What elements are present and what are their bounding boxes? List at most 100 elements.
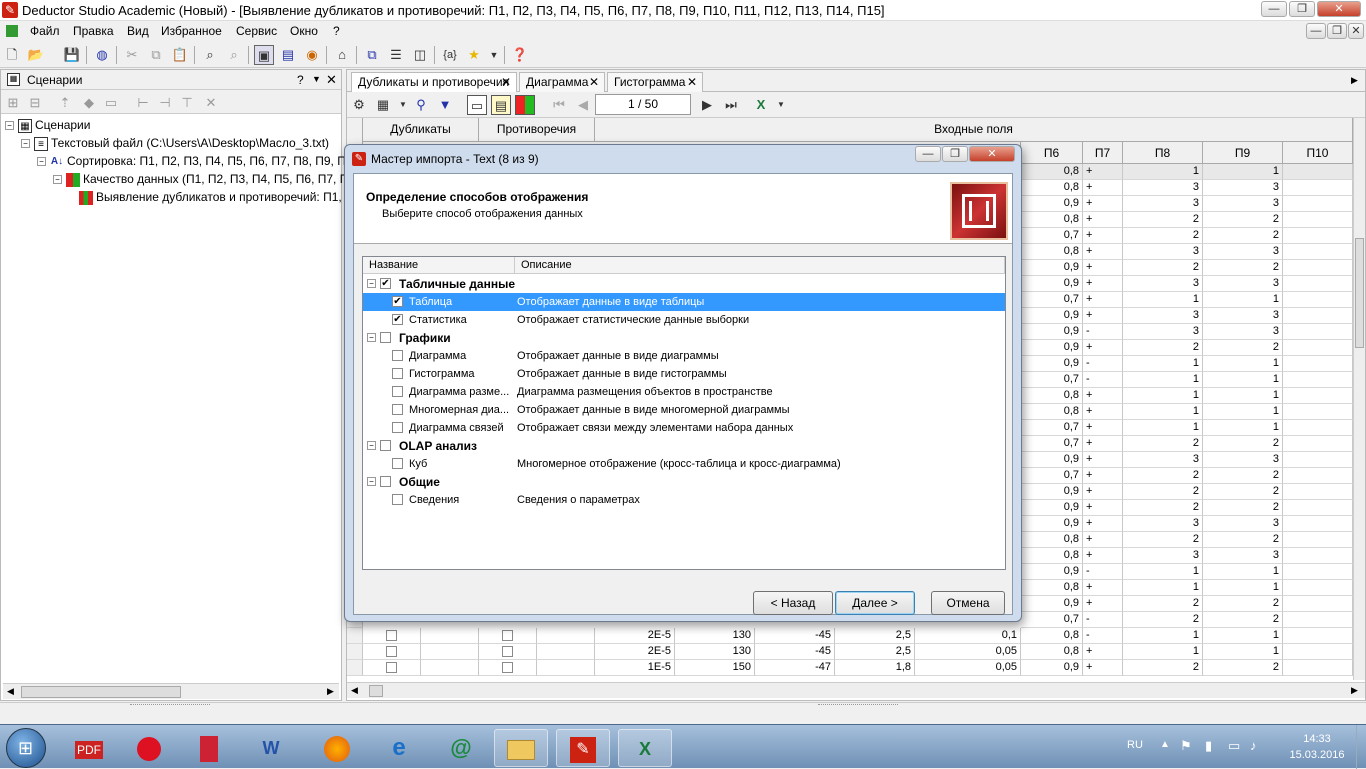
report-icon[interactable]: ▤ xyxy=(278,45,298,65)
list-group[interactable]: − ✔ Табличные данные xyxy=(363,275,1005,293)
list-item[interactable]: Сведения Сведения о параметрах xyxy=(363,491,1005,509)
list-item[interactable]: Диаграмма разме... Диаграмма размещения о… xyxy=(363,383,1005,401)
contradiction-checkbox[interactable] xyxy=(502,661,513,673)
tree-node-duplicates[interactable]: Выявление дубликатов и противоречий: П1,… xyxy=(79,188,360,206)
minimize-button[interactable]: — xyxy=(1261,1,1287,17)
start-button[interactable]: ⊞ xyxy=(6,728,46,768)
panel-help-icon[interactable]: ? xyxy=(297,73,304,87)
group-collapse-icon[interactable]: − xyxy=(367,279,376,288)
list-item[interactable]: Гистограмма Отображает данные в виде гист… xyxy=(363,365,1005,383)
cube-icon[interactable]: ⚲ xyxy=(411,95,431,115)
first-page-icon[interactable]: ⏮ xyxy=(549,95,569,115)
tab-duplicates[interactable]: Дубликаты и противоречия ✕ xyxy=(351,72,517,92)
move-up-icon[interactable]: ⇡ xyxy=(55,93,75,113)
grid-hscrollbar[interactable]: ◀ ▶ xyxy=(347,682,1365,698)
col-contradictions[interactable]: Противоречия xyxy=(479,118,595,142)
left-scroll-thumb[interactable] xyxy=(21,686,181,698)
col-p7[interactable]: П7 xyxy=(1083,142,1123,164)
item-checkbox[interactable] xyxy=(392,386,403,397)
contradiction-checkbox-cell[interactable] xyxy=(479,660,537,676)
duplicate-checkbox-cell[interactable] xyxy=(363,660,421,676)
wizard-icon[interactable]: ▣ xyxy=(254,45,274,65)
chevron-down-icon[interactable]: ▼ xyxy=(484,45,504,65)
save-icon[interactable]: 💾 xyxy=(62,45,82,65)
prev-page-icon[interactable]: ◀ xyxy=(573,95,593,115)
item-checkbox[interactable] xyxy=(392,368,403,379)
find-next-icon[interactable]: ⌕ xyxy=(224,45,244,65)
tree-node-root[interactable]: − ▦ Сценарии xyxy=(5,116,90,134)
view-grid-icon[interactable]: ▭ xyxy=(467,95,487,115)
menu-edit[interactable]: Правка xyxy=(73,24,114,38)
tab-diagram[interactable]: Диаграмма ✕ xyxy=(519,72,605,92)
menu-file[interactable]: Файл xyxy=(30,24,60,38)
delete-icon[interactable]: ✕ xyxy=(201,93,221,113)
left-hscrollbar[interactable]: ◀ ▶ xyxy=(3,683,339,699)
menu-window[interactable]: Окно xyxy=(290,24,318,38)
new-icon[interactable]: 🗋 xyxy=(2,45,22,65)
mdi-restore-button[interactable]: ❐ xyxy=(1327,23,1347,39)
view-color-icon[interactable] xyxy=(515,95,535,115)
item-checkbox[interactable] xyxy=(392,350,403,361)
tree-collapse-icon[interactable]: ⊣ xyxy=(155,93,175,113)
variables-icon[interactable]: {a} xyxy=(440,45,460,65)
group-checkbox[interactable]: ✔ xyxy=(380,278,391,289)
taskbar-book-icon[interactable] xyxy=(182,729,236,767)
taskbar-word-icon[interactable]: W xyxy=(244,729,298,767)
tray-battery-icon[interactable]: ▭ xyxy=(1228,738,1240,754)
clock-date[interactable]: 15.03.2016 xyxy=(1279,749,1355,761)
group-collapse-icon[interactable]: − xyxy=(367,477,376,486)
close-button[interactable]: ✕ xyxy=(1317,1,1361,17)
group-icon[interactable]: ◆ xyxy=(79,93,99,113)
table-row[interactable]: 2E-5 130 -45 2,5 0,05 0,8 +1 1 xyxy=(347,644,1353,660)
list-item[interactable]: ✔ Таблица Отображает данные в виде таблицы xyxy=(363,293,1005,311)
panel-menu-icon[interactable]: ▼ xyxy=(312,74,321,84)
tray-expand-icon[interactable]: ▲ xyxy=(1160,739,1170,750)
mdi-minimize-button[interactable]: — xyxy=(1306,23,1326,39)
menu-favorites[interactable]: Избранное xyxy=(161,24,222,38)
item-checkbox[interactable] xyxy=(392,422,403,433)
group-checkbox[interactable] xyxy=(380,476,391,487)
taskbar-ie-icon[interactable]: e xyxy=(372,729,426,767)
group-checkbox[interactable] xyxy=(380,440,391,451)
filter-icon[interactable]: ▼ xyxy=(435,95,455,115)
col-p6[interactable]: П6 xyxy=(1021,142,1083,164)
tray-volume-icon[interactable]: ♪ xyxy=(1250,738,1257,753)
dialog-minimize-button[interactable]: — xyxy=(915,146,941,162)
group-checkbox[interactable] xyxy=(380,332,391,343)
copy-icon[interactable]: ⧉ xyxy=(146,45,166,65)
menu-view[interactable]: Вид xyxy=(127,24,149,38)
list-item[interactable]: ✔ Статистика Отображает статистические дан… xyxy=(363,311,1005,329)
help-icon[interactable]: ❓ xyxy=(510,45,530,65)
tree-node-quality[interactable]: − Качество данных (П1, П2, П3, П4, П5, П6… xyxy=(53,170,358,188)
duplicate-checkbox[interactable] xyxy=(386,645,397,657)
paste-icon[interactable]: 📋 xyxy=(170,45,190,65)
chevron-down-icon[interactable]: ▼ xyxy=(771,95,791,115)
col-p9[interactable]: П9 xyxy=(1203,142,1283,164)
duplicate-checkbox-cell[interactable] xyxy=(363,628,421,644)
menu-service[interactable]: Сервис xyxy=(236,24,277,38)
group-collapse-icon[interactable]: − xyxy=(367,441,376,450)
favorites-star-icon[interactable]: ★ xyxy=(464,45,484,65)
tree-expand-icon[interactable]: ⊢ xyxy=(133,93,153,113)
next-page-icon[interactable]: ▶ xyxy=(697,95,717,115)
col-p8[interactable]: П8 xyxy=(1123,142,1203,164)
tab-close-icon[interactable]: ✕ xyxy=(687,75,697,89)
tile-vertical-icon[interactable]: ◫ xyxy=(410,45,430,65)
globe-icon[interactable]: ◍ xyxy=(92,45,112,65)
list-group[interactable]: − Графики xyxy=(363,329,1005,347)
item-checkbox[interactable] xyxy=(392,458,403,469)
list-item[interactable]: Куб Многомерное отображение (кросс-таблиц… xyxy=(363,455,1005,473)
list-col-name[interactable]: Название xyxy=(363,257,515,274)
excel-export-icon[interactable]: X xyxy=(751,95,771,115)
table-row[interactable]: 2E-5 130 -45 2,5 0,1 0,8-1 1 xyxy=(347,628,1353,644)
binoculars-icon[interactable]: ⌕ xyxy=(200,45,220,65)
taskbar-pdf-icon[interactable]: PDF xyxy=(62,729,116,767)
panel-close-icon[interactable]: ✕ xyxy=(326,72,337,88)
grid-hscroll-thumb[interactable] xyxy=(369,685,383,697)
language-indicator[interactable]: RU xyxy=(1127,739,1143,751)
taskbar-mail-icon[interactable]: @ xyxy=(434,729,488,767)
tile-horizontal-icon[interactable]: ☰ xyxy=(386,45,406,65)
grid-settings-icon[interactable]: ⚙ xyxy=(349,95,369,115)
row-selector[interactable] xyxy=(347,628,363,644)
item-checkbox[interactable]: ✔ xyxy=(392,314,403,325)
